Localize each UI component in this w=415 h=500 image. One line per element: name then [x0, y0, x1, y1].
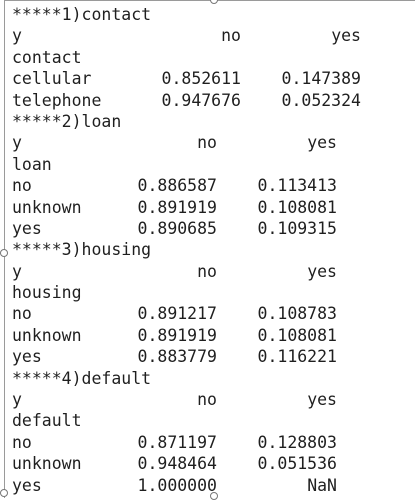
table-row: no 0.891217 0.108783 — [12, 303, 415, 324]
value-yes: 0.147389 — [281, 69, 361, 89]
index-name: housing — [12, 283, 82, 303]
table-row: yes 0.890685 0.109315 — [12, 218, 415, 239]
value-yes: 0.051536 — [257, 454, 337, 474]
section-header: *****4)default — [12, 368, 415, 389]
value-yes: 0.108081 — [257, 197, 337, 217]
value-yes: 0.109315 — [257, 218, 337, 238]
section-title: *****1)contact — [12, 5, 152, 24]
value-yes: 0.052324 — [281, 90, 361, 110]
section-header: *****2)loan — [12, 111, 415, 132]
section-title: *****2)loan — [12, 111, 122, 131]
column-yes-header: yes — [307, 133, 337, 153]
section-title: *****3)housing — [12, 240, 152, 260]
index-name-row: housing — [12, 282, 415, 303]
table-row: unknown 0.891919 0.108081 — [12, 325, 415, 346]
column-header-row: y no yes — [12, 25, 415, 46]
index-name-row: loan — [12, 154, 415, 175]
table-row: no 0.871197 0.128803 — [12, 432, 415, 453]
table-row: yes 0.883779 0.116221 — [12, 346, 415, 367]
column-yes-header: yes — [307, 261, 337, 281]
value-yes: NaN — [307, 475, 337, 495]
column-yes-header: yes — [331, 26, 361, 46]
index-name-row: contact — [12, 47, 415, 68]
value-yes: 0.108783 — [257, 304, 337, 324]
table-row: unknown 0.891919 0.108081 — [12, 197, 415, 218]
table-row: no 0.886587 0.113413 — [12, 175, 415, 196]
column-yes-header: yes — [307, 390, 337, 410]
table-row: unknown 0.948464 0.051536 — [12, 453, 415, 474]
resize-handle-left[interactable] — [0, 249, 8, 257]
column-header-row: y no yes — [12, 132, 415, 153]
section-header: *****3)housing — [12, 239, 415, 260]
value-yes: 0.108081 — [257, 325, 337, 345]
table-row: telephone 0.947676 0.052324 — [12, 90, 415, 111]
column-header-row: y no yes — [12, 261, 415, 282]
value-yes: 0.116221 — [257, 347, 337, 367]
value-yes: 0.113413 — [257, 176, 337, 196]
value-yes: 0.128803 — [257, 432, 337, 452]
table-row: yes 1.000000 NaN — [12, 475, 415, 496]
resize-handle-bottom-left[interactable] — [0, 489, 8, 497]
index-name: default — [12, 411, 82, 431]
index-name: loan — [12, 154, 52, 174]
index-name-row: default — [12, 410, 415, 431]
table-row: cellular 0.852611 0.147389 — [12, 68, 415, 89]
column-header-row: y no yes — [12, 389, 415, 410]
index-name: contact — [12, 47, 82, 67]
section-title: *****4)default — [12, 368, 152, 388]
console-output: *****1)contact y no yes contact cellular 0.852… — [12, 4, 415, 496]
section-header: *****1)contact — [12, 4, 415, 25]
